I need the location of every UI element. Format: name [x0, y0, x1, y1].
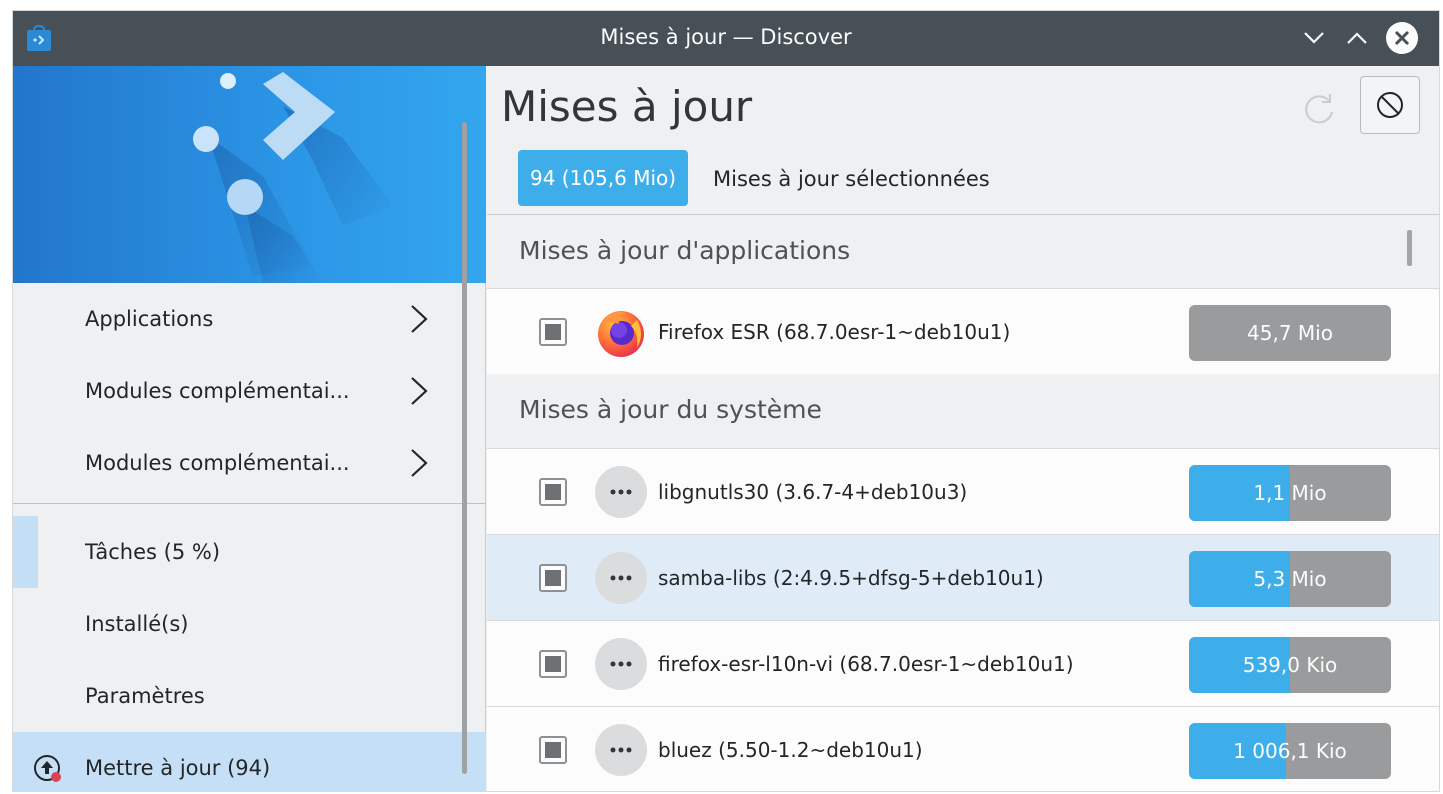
discover-logo-icon [193, 72, 393, 283]
update-row[interactable]: firefox-esr-l10n-vi (68.7.0esr-1~deb10u1… [487, 620, 1439, 706]
sidebar-item-addons-1[interactable]: Modules complémentai... [13, 355, 486, 427]
package-name: samba-libs (2:4.9.5+dfsg-5+deb10u1) [658, 566, 1044, 590]
chevron-down-icon [1304, 32, 1324, 44]
sidebar-item-addons-2[interactable]: Modules complémentai... [13, 427, 486, 499]
sidebar-item-applications[interactable]: Applications [13, 283, 486, 355]
discover-window: Mises à jour — Discover Applications Mod… [12, 10, 1440, 792]
package-icon [595, 466, 647, 518]
size-progress: 539,0 Kio [1189, 637, 1391, 693]
size-label: 539,0 Kio [1242, 653, 1338, 677]
chevron-up-icon [1347, 32, 1367, 44]
size-progress: 1,1 Mio [1189, 465, 1391, 521]
package-icon [595, 724, 647, 776]
cancel-icon [1377, 92, 1403, 118]
close-icon [1386, 22, 1418, 54]
sidebar-item-tasks[interactable]: Tâches (5 %) [13, 516, 486, 588]
chevron-right-icon [411, 449, 428, 477]
size-progress: 5,3 Mio [1189, 551, 1391, 607]
main-content: Mises à jour 94 (105,6 Mio) Mises à jour… [487, 66, 1439, 791]
size-label: 5,3 Mio [1253, 567, 1327, 591]
update-checkbox[interactable] [539, 564, 567, 592]
update-icon [34, 755, 61, 782]
sidebar-item-label: Applications [85, 307, 214, 331]
selection-label: Mises à jour sélectionnées [713, 167, 990, 191]
package-name: bluez (5.50-1.2~deb10u1) [658, 738, 923, 762]
update-row[interactable]: samba-libs (2:4.9.5+dfsg-5+deb10u1) 5,3 … [487, 534, 1439, 620]
sidebar-item-label: Modules complémentai... [85, 379, 350, 403]
size-progress: 45,7 Mio [1189, 305, 1391, 361]
size-label: 1,1 Mio [1253, 481, 1327, 505]
sidebar: Applications Modules complémentai... Mod… [13, 66, 486, 791]
page-title: Mises à jour [501, 82, 753, 131]
sidebar-item-label: Tâches (5 %) [85, 540, 221, 564]
sidebar-item-label: Installé(s) [85, 612, 189, 636]
selection-count-badge: 94 (105,6 Mio) [518, 150, 689, 206]
size-label: 45,7 Mio [1247, 321, 1333, 345]
sidebar-item-settings[interactable]: Paramètres [13, 660, 486, 732]
package-name: firefox-esr-l10n-vi (68.7.0esr-1~deb10u1… [658, 652, 1074, 676]
sidebar-item-label: Mettre à jour (94) [85, 756, 271, 780]
close-button[interactable] [1384, 20, 1420, 56]
sidebar-item-installed[interactable]: Installé(s) [13, 588, 486, 660]
update-checkbox[interactable] [539, 478, 567, 506]
update-row[interactable]: bluez (5.50-1.2~deb10u1) 1 006,1 Kio [487, 706, 1439, 791]
updates-list: Mises à jour d'applications Firefox ESR … [487, 215, 1439, 791]
tasks-progress-indicator [13, 516, 38, 588]
package-icon [595, 638, 647, 690]
title-bar: Mises à jour — Discover [13, 11, 1439, 66]
maximize-button[interactable] [1339, 20, 1375, 56]
sidebar-item-label: Paramètres [85, 684, 205, 708]
discover-banner [13, 66, 486, 283]
cancel-button[interactable] [1360, 76, 1420, 134]
chevron-right-icon [411, 377, 428, 405]
package-name: libgnutls30 (3.6.7-4+deb10u3) [658, 480, 968, 504]
sidebar-item-label: Modules complémentai... [85, 451, 350, 475]
package-name: Firefox ESR (68.7.0esr-1~deb10u1) [658, 320, 1011, 344]
update-row[interactable]: libgnutls30 (3.6.7-4+deb10u3) 1,1 Mio [487, 448, 1439, 534]
update-checkbox[interactable] [539, 736, 567, 764]
package-icon [595, 552, 647, 604]
refresh-icon[interactable] [1299, 88, 1339, 128]
size-label: 1 006,1 Kio [1233, 739, 1347, 763]
section-header: Mises à jour du système [487, 374, 1439, 446]
sidebar-divider [13, 503, 486, 504]
sidebar-scrollbar[interactable] [462, 122, 467, 774]
update-checkbox[interactable] [539, 318, 567, 346]
size-progress: 1 006,1 Kio [1189, 723, 1391, 779]
window-title: Mises à jour — Discover [600, 25, 852, 49]
section-header-label: Mises à jour du système [519, 395, 822, 424]
section-header-label: Mises à jour d'applications [519, 236, 851, 265]
sidebar-item-update[interactable]: Mettre à jour (94) [13, 732, 486, 791]
section-header: Mises à jour d'applications [487, 215, 1439, 287]
update-row[interactable]: Firefox ESR (68.7.0esr-1~deb10u1) 45,7 M… [487, 288, 1439, 374]
update-checkbox[interactable] [539, 650, 567, 678]
chevron-right-icon [411, 305, 428, 333]
minimize-button[interactable] [1296, 20, 1332, 56]
firefox-icon [598, 311, 644, 357]
